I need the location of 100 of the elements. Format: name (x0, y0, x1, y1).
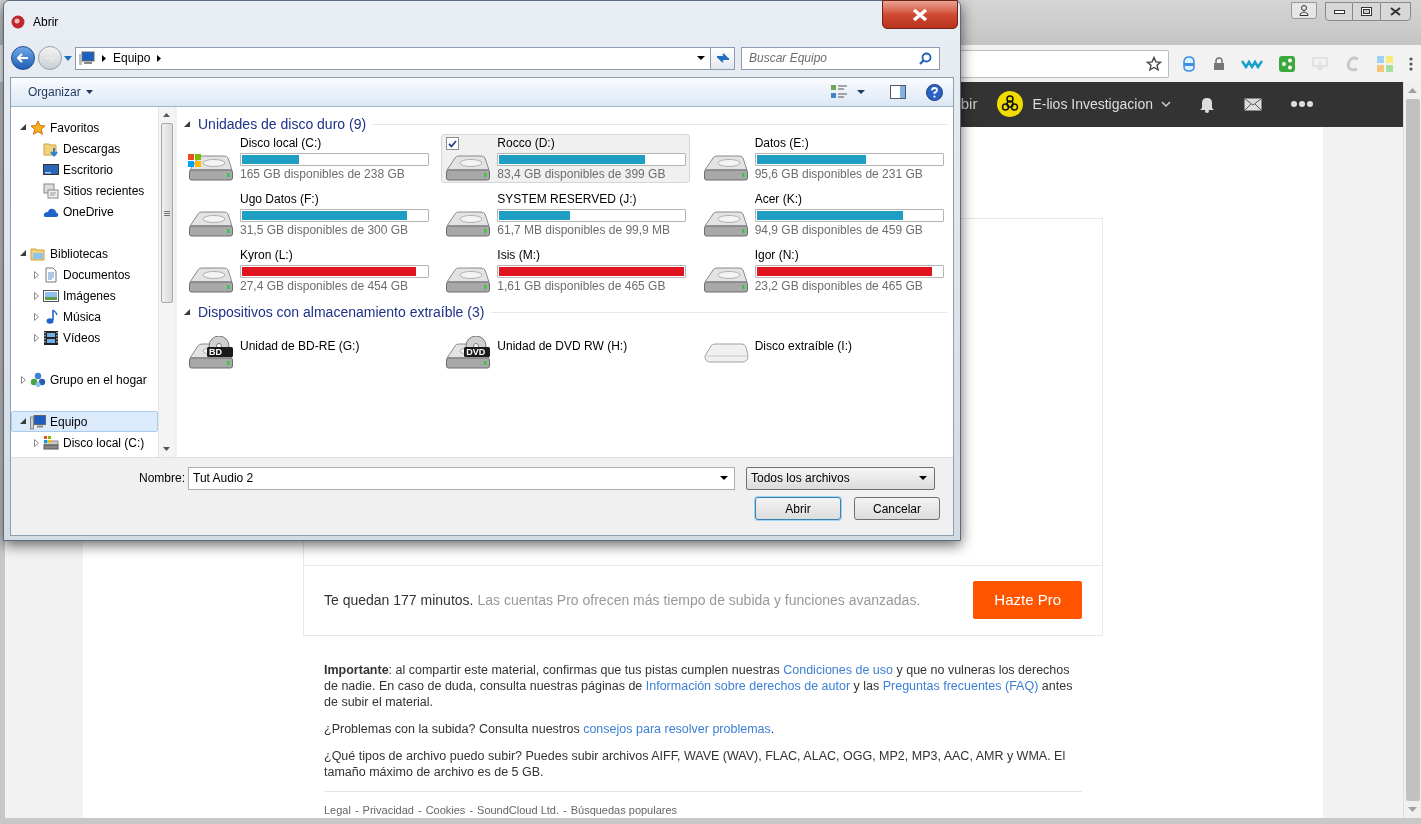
wave-icon[interactable] (1241, 58, 1263, 69)
maximize-button[interactable] (1353, 2, 1380, 21)
profile-button[interactable] (1291, 2, 1317, 19)
drive-name: Ugo Datos (F:) (240, 191, 320, 207)
bookmark-star-icon[interactable] (1146, 55, 1162, 72)
tree-item[interactable]: Grupo en el hogar (11, 369, 158, 390)
link[interactable]: Información sobre derechos de autor (645, 678, 851, 693)
tree-item[interactable]: Imágenes (11, 285, 158, 306)
tree-item[interactable]: Equipo (11, 411, 158, 432)
collapsed-arrow-icon[interactable] (33, 270, 39, 279)
file-name-field[interactable]: Tut Audio 2 (188, 466, 735, 490)
help-icon[interactable] (926, 83, 943, 101)
address-field[interactable]: Equipo (75, 46, 711, 70)
tiles-icon[interactable] (1377, 55, 1393, 72)
collapsed-arrow-icon[interactable] (33, 438, 39, 447)
expanded-arrow-icon[interactable] (19, 250, 27, 257)
scroll-up-icon[interactable] (163, 113, 170, 117)
shield-icon[interactable] (1181, 54, 1197, 73)
drive-tile[interactable]: Disco extraíble (I:) (698, 322, 947, 371)
menu-icon[interactable] (1409, 56, 1413, 71)
star-icon (30, 119, 46, 136)
footer-link[interactable]: Privacidad (362, 801, 414, 818)
drive-tile[interactable]: SYSTEM RESERVED (J:) 61,7 MB disponibles de 99,9 MB (441, 190, 690, 239)
drive-tile[interactable]: Disco local (C:) 165 GB disponibles de 238 GB (184, 134, 433, 183)
tree-item[interactable]: Sitios recientes (11, 180, 158, 201)
homegroup-icon (30, 371, 46, 388)
dropdown-caret-icon[interactable] (697, 56, 705, 60)
collapsed-arrow-icon[interactable] (20, 375, 26, 384)
share-icon[interactable] (1279, 55, 1295, 72)
person-icon (1299, 5, 1309, 16)
separator-text: - (563, 802, 567, 818)
mail-icon[interactable] (1244, 97, 1262, 111)
nav-link[interactable]: bir (960, 93, 978, 116)
group-header[interactable]: Dispositivos con almacenamiento extraíble (3) (198, 301, 485, 323)
drive-name: Kyron (L:) (240, 247, 294, 263)
tree-item[interactable]: Documentos (11, 264, 158, 285)
footer-link[interactable]: SoundCloud Ltd. (477, 801, 559, 818)
drive-tile[interactable]: Datos (E:) 95,6 GB disponibles de 231 GB (698, 134, 947, 183)
computer-icon (79, 50, 95, 66)
drive-name: Datos (E:) (754, 135, 810, 151)
close-button[interactable] (882, 0, 958, 29)
footer-link[interactable]: Búsquedas populares (570, 801, 678, 818)
dropdown-caret-icon[interactable] (720, 476, 728, 480)
drive-tile[interactable]: Isis (M:) 1,61 GB disponibles de 465 GB (441, 246, 690, 295)
expanded-arrow-icon[interactable] (19, 124, 27, 131)
link[interactable]: Preguntas frecuentes (FAQ) (882, 678, 1039, 693)
avatar[interactable] (997, 91, 1024, 118)
footer-link[interactable]: Cookies (425, 801, 466, 818)
refresh-button[interactable] (711, 46, 735, 70)
preview-pane-icon[interactable] (890, 85, 906, 99)
scrollbar[interactable] (158, 107, 174, 457)
drive-tile[interactable]: Rocco (D:) 83,4 GB disponibles de 399 GB (441, 134, 690, 183)
link[interactable]: Condiciones de uso (783, 662, 893, 677)
organize-menu[interactable]: Organizar (28, 83, 93, 101)
tree-item[interactable]: Disco local (C:) (11, 432, 158, 453)
lock-icon[interactable] (1213, 56, 1225, 71)
collapsed-arrow-icon[interactable] (33, 291, 39, 300)
tree-item[interactable]: Bibliotecas (11, 243, 158, 264)
checkbox[interactable] (446, 137, 460, 150)
tree-item[interactable]: Escritorio (11, 159, 158, 180)
back-button[interactable] (11, 46, 35, 70)
footer-link[interactable]: Legal (324, 801, 351, 818)
search-field[interactable]: Buscar Equipo (741, 46, 940, 70)
drive-tile[interactable]: Kyron (L:) 27,4 GB disponibles de 454 GB (184, 246, 433, 295)
drive-name: Disco extraíble (I:) (754, 339, 853, 354)
drive-tile[interactable]: DVD Unidad de DVD RW (H:) (441, 322, 690, 371)
chevron-down-icon[interactable] (1161, 101, 1171, 108)
drive-tile[interactable]: Igor (N:) 23,2 GB disponibles de 465 GB (698, 246, 947, 295)
tree-item[interactable]: Favoritos (11, 117, 158, 138)
account-name[interactable]: E-lios Investigacion (1032, 93, 1153, 115)
recent-icon (43, 182, 59, 199)
drive-tile[interactable]: Ugo Datos (F:) 31,5 GB disponibles de 300 GB (184, 190, 433, 239)
tree-item[interactable]: OneDrive (11, 201, 158, 222)
bell-icon[interactable] (1199, 95, 1215, 114)
close-button[interactable] (1380, 2, 1411, 21)
tree-item[interactable]: Descargas (11, 138, 158, 159)
link[interactable]: consejos para resolver problemas (583, 721, 771, 736)
group-header[interactable]: Unidades de disco duro (9) (198, 113, 367, 135)
view-options-icon[interactable] (831, 85, 848, 99)
collapsed-arrow-icon[interactable] (33, 312, 39, 321)
tree-item[interactable]: Vídeos (11, 327, 158, 348)
tree-item[interactable]: Música (11, 306, 158, 327)
scroll-down-icon[interactable] (163, 447, 170, 451)
capacity-text: 27,4 GB disponibles de 454 GB (240, 278, 410, 294)
expanded-arrow-icon[interactable] (19, 418, 27, 425)
drive-tile[interactable]: BD Unidad de BD-RE (G:) (184, 322, 433, 371)
biohazard-icon (1001, 95, 1020, 114)
caret-icon[interactable] (857, 90, 865, 94)
capacity-text: 61,7 MB disponibles de 99,9 MB (497, 222, 672, 238)
breadcrumb-item[interactable]: Equipo (113, 49, 151, 67)
file-type-dropdown[interactable]: Todos los archivos (746, 466, 935, 490)
scrollbar-thumb[interactable] (160, 123, 173, 303)
expanded-arrow-icon[interactable] (184, 120, 191, 128)
collapsed-arrow-icon[interactable] (33, 333, 39, 342)
minimize-button[interactable] (1325, 2, 1353, 21)
dialog-button[interactable]: Abrir (755, 497, 841, 520)
dialog-button[interactable]: Cancelar (854, 497, 940, 520)
drive-tile[interactable]: Acer (K:) 94,9 GB disponibles de 459 GB (698, 190, 947, 239)
more-icon[interactable] (1291, 101, 1313, 108)
expanded-arrow-icon[interactable] (184, 308, 191, 316)
